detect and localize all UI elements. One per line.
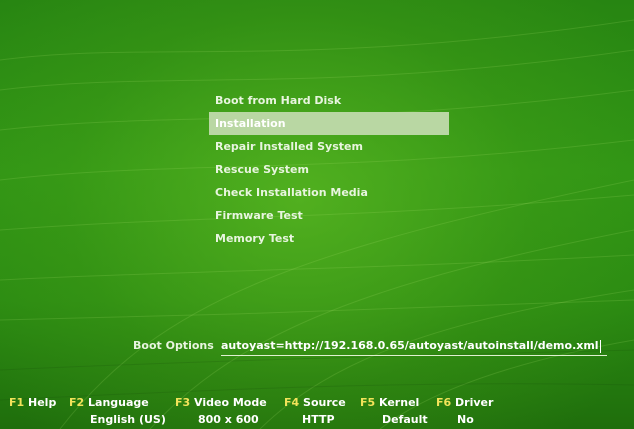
- fkey-f3-name: Video Mode: [194, 396, 267, 409]
- fkey-f4-value: HTTP: [302, 413, 335, 426]
- boot-options-input[interactable]: autoyast=http://192.168.0.65/autoyast/au…: [221, 337, 607, 356]
- fkey-f3-video-mode[interactable]: F3 Video Mode: [175, 396, 267, 409]
- text-cursor: [599, 339, 601, 353]
- fkey-f3-value: 800 x 600: [198, 413, 259, 426]
- fkey-f4-name: Source: [303, 396, 346, 409]
- menu-item-memory-test[interactable]: Memory Test: [209, 227, 449, 250]
- boot-screen-background: Boot from Hard Disk Installation Repair …: [0, 0, 634, 429]
- fkey-f2-key: F2: [69, 396, 85, 409]
- fkey-f5-key: F5: [360, 396, 376, 409]
- menu-item-rescue-system[interactable]: Rescue System: [209, 158, 449, 181]
- menu-item-firmware-test[interactable]: Firmware Test: [209, 204, 449, 227]
- fkey-f2-language[interactable]: F2 Language: [69, 396, 149, 409]
- boot-options-value: autoyast=http://192.168.0.65/autoyast/au…: [221, 339, 599, 352]
- fkey-f1-key: F1: [9, 396, 25, 409]
- fkey-f3-key: F3: [175, 396, 191, 409]
- fkey-f4-source[interactable]: F4 Source: [284, 396, 346, 409]
- fkey-f1-help[interactable]: F1 Help: [9, 396, 56, 409]
- boot-options-label: Boot Options: [133, 339, 214, 352]
- menu-item-repair-installed-system[interactable]: Repair Installed System: [209, 135, 449, 158]
- boot-menu: Boot from Hard Disk Installation Repair …: [209, 89, 449, 250]
- fkey-f6-name: Driver: [455, 396, 494, 409]
- fkey-f4-key: F4: [284, 396, 300, 409]
- menu-item-boot-from-hard-disk[interactable]: Boot from Hard Disk: [209, 89, 449, 112]
- fkey-f2-name: Language: [88, 396, 149, 409]
- fkey-f2-value: English (US): [90, 413, 166, 426]
- fkey-f5-value: Default: [382, 413, 428, 426]
- fkey-f6-value: No: [457, 413, 474, 426]
- menu-item-installation[interactable]: Installation: [209, 112, 449, 135]
- boot-options-row: Boot Options: [133, 337, 221, 355]
- fkey-f1-name: Help: [28, 396, 57, 409]
- fkey-f6-key: F6: [436, 396, 452, 409]
- fkey-f6-driver[interactable]: F6 Driver: [436, 396, 493, 409]
- fkey-f5-kernel[interactable]: F5 Kernel: [360, 396, 419, 409]
- menu-item-check-installation-media[interactable]: Check Installation Media: [209, 181, 449, 204]
- fkey-f5-name: Kernel: [379, 396, 420, 409]
